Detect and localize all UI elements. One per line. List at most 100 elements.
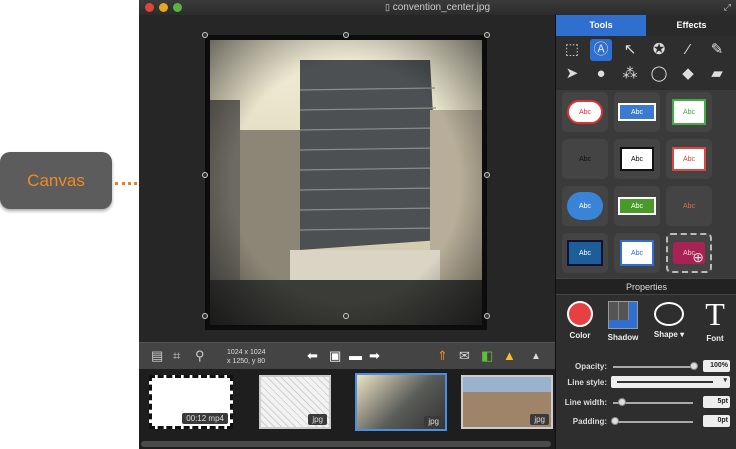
shape-label: Shape ▾	[653, 330, 685, 339]
canvas-image[interactable]	[205, 35, 487, 330]
shape-label: Abc	[567, 240, 603, 266]
resize-handle[interactable]	[202, 32, 208, 38]
shape-preset[interactable]: Abc	[562, 92, 608, 132]
shape-preset[interactable]: Abc	[614, 139, 660, 179]
resize-handle[interactable]	[202, 313, 208, 319]
opacity-row: Opacity: 100%	[556, 360, 736, 374]
shape-preset[interactable]: Abc	[666, 139, 712, 179]
evernote-icon[interactable]: ◧	[481, 348, 493, 364]
filmstrip-thumb[interactable]: jpg	[461, 375, 553, 429]
building-photo	[210, 40, 482, 325]
crop-icon[interactable]: ⌗	[173, 348, 180, 364]
thumb-badge: jpg	[308, 414, 327, 425]
filmstrip-thumb-selected[interactable]: jpg	[355, 373, 447, 431]
select-rect-icon[interactable]: ⬚	[561, 39, 583, 61]
line-style-preview	[617, 381, 713, 383]
properties-header: Properties	[556, 278, 736, 295]
eyedropper-icon[interactable]: ⁄	[677, 39, 699, 61]
close-window-button[interactable]	[145, 3, 154, 12]
filmstrip-thumb[interactable]: 00:12 mp4	[149, 375, 233, 429]
shape-preset[interactable]: Abc	[614, 233, 660, 273]
circles-icon[interactable]: ⁂	[619, 63, 641, 85]
padding-value[interactable]: 0pt	[703, 415, 730, 427]
minimize-window-button[interactable]	[159, 3, 168, 12]
resize-handle[interactable]	[484, 32, 490, 38]
font-label: Font	[706, 334, 724, 343]
filmstrip-scrollbar[interactable]	[141, 441, 551, 447]
opacity-value[interactable]: 100%	[703, 360, 730, 372]
padding-slider-knob[interactable]	[611, 417, 619, 425]
resize-handle[interactable]	[484, 172, 490, 178]
shape-preset[interactable]: Abc	[562, 233, 608, 273]
drop-icon[interactable]: ●	[590, 63, 612, 85]
tab-tools[interactable]: Tools	[556, 15, 646, 36]
line-width-label: Line width:	[564, 398, 607, 407]
text-bubble-icon[interactable]: Ⓐ	[590, 39, 612, 61]
drive-icon[interactable]: ▲	[503, 348, 516, 363]
opacity-slider[interactable]	[613, 366, 693, 368]
line-width-value[interactable]: 5pt	[703, 396, 730, 408]
tab-effects[interactable]: Effects	[646, 15, 736, 36]
filmstrip-thumb[interactable]: jpg	[259, 375, 331, 429]
resize-handle[interactable]	[343, 313, 349, 319]
shape-label: Abc	[567, 100, 603, 124]
lasso-icon[interactable]: ◯	[648, 63, 670, 85]
line-width-slider-knob[interactable]	[618, 398, 626, 406]
image-inbox-icon[interactable]: ▣	[329, 348, 341, 364]
shape-preset[interactable]: Abc	[666, 186, 712, 226]
shape-preset[interactable]: Abc	[614, 186, 660, 226]
opacity-label: Opacity:	[574, 362, 607, 371]
shape-label: Abc	[672, 147, 706, 171]
previous-arrow-icon[interactable]: ⬅	[307, 348, 318, 364]
line-style-select[interactable]: ▾	[611, 376, 730, 388]
shape-preset[interactable]: Abc	[562, 186, 608, 226]
title-bar: ▯ convention_center.jpg ⤢	[139, 0, 736, 15]
arrow-icon[interactable]: ↖	[619, 39, 641, 61]
canvas-area[interactable]	[139, 15, 555, 342]
shape-label: Abc	[682, 202, 696, 210]
pointer-icon[interactable]: ➤	[561, 63, 583, 85]
bucket-icon[interactable]: ◆	[677, 63, 699, 85]
shape-label: Abc	[618, 103, 656, 121]
adjust-icon[interactable]: ▤	[151, 348, 163, 364]
fullscreen-icon[interactable]: ⤢	[724, 0, 731, 15]
folder-icon[interactable]: ▬	[349, 348, 362, 363]
speech-bubble-icon	[654, 302, 684, 326]
font-t-icon: T	[705, 296, 725, 332]
shape-preset[interactable]: Abc	[614, 92, 660, 132]
shape-property[interactable]: Shape ▾	[648, 296, 690, 351]
opacity-slider-knob[interactable]	[690, 362, 698, 370]
line-style-row: Line style: ▾	[556, 376, 736, 390]
next-arrow-icon[interactable]: ➡	[369, 348, 380, 364]
shadow-property[interactable]: Shadow	[602, 296, 644, 351]
mail-icon[interactable]: ✉	[459, 348, 470, 364]
cursor-coords: x 1250, y 80	[227, 358, 266, 365]
share-icon[interactable]: ⇑	[437, 348, 448, 364]
star-icon[interactable]: ✪	[648, 39, 670, 61]
color-swatch-icon	[567, 301, 593, 327]
eraser-icon[interactable]: ▰	[706, 63, 728, 85]
padding-slider[interactable]	[613, 421, 693, 423]
window-title: convention_center.jpg	[392, 2, 491, 13]
shape-preset[interactable]: Abc	[562, 139, 608, 179]
expand-up-icon[interactable]: ▲	[531, 351, 541, 362]
zoom-icon[interactable]: ⚲	[195, 348, 205, 364]
pencil-icon[interactable]: ✎	[706, 39, 728, 61]
add-shape-preset[interactable]: Abc ⊕	[666, 233, 712, 273]
font-property[interactable]: T Font	[694, 296, 736, 351]
shape-label: Abc	[620, 240, 654, 266]
padding-row: Padding: 0pt	[556, 415, 736, 429]
shape-preset[interactable]: Abc	[666, 92, 712, 132]
shape-label: Abc	[567, 192, 603, 220]
zoom-window-button[interactable]	[173, 3, 182, 12]
resize-handle[interactable]	[484, 313, 490, 319]
shadow-label: Shadow	[607, 333, 639, 342]
shape-label: Abc	[578, 155, 592, 163]
app-window: ▯ convention_center.jpg ⤢ ▤ ⌗ ⚲ 1024 x 1…	[139, 0, 736, 449]
image-info: 1024 x 1024 x 1250, y 80	[227, 348, 266, 366]
canvas-callout: Canvas	[0, 152, 112, 209]
resize-handle[interactable]	[202, 172, 208, 178]
shape-label: Abc	[618, 197, 656, 215]
color-property[interactable]: Color	[559, 296, 601, 351]
resize-handle[interactable]	[343, 32, 349, 38]
